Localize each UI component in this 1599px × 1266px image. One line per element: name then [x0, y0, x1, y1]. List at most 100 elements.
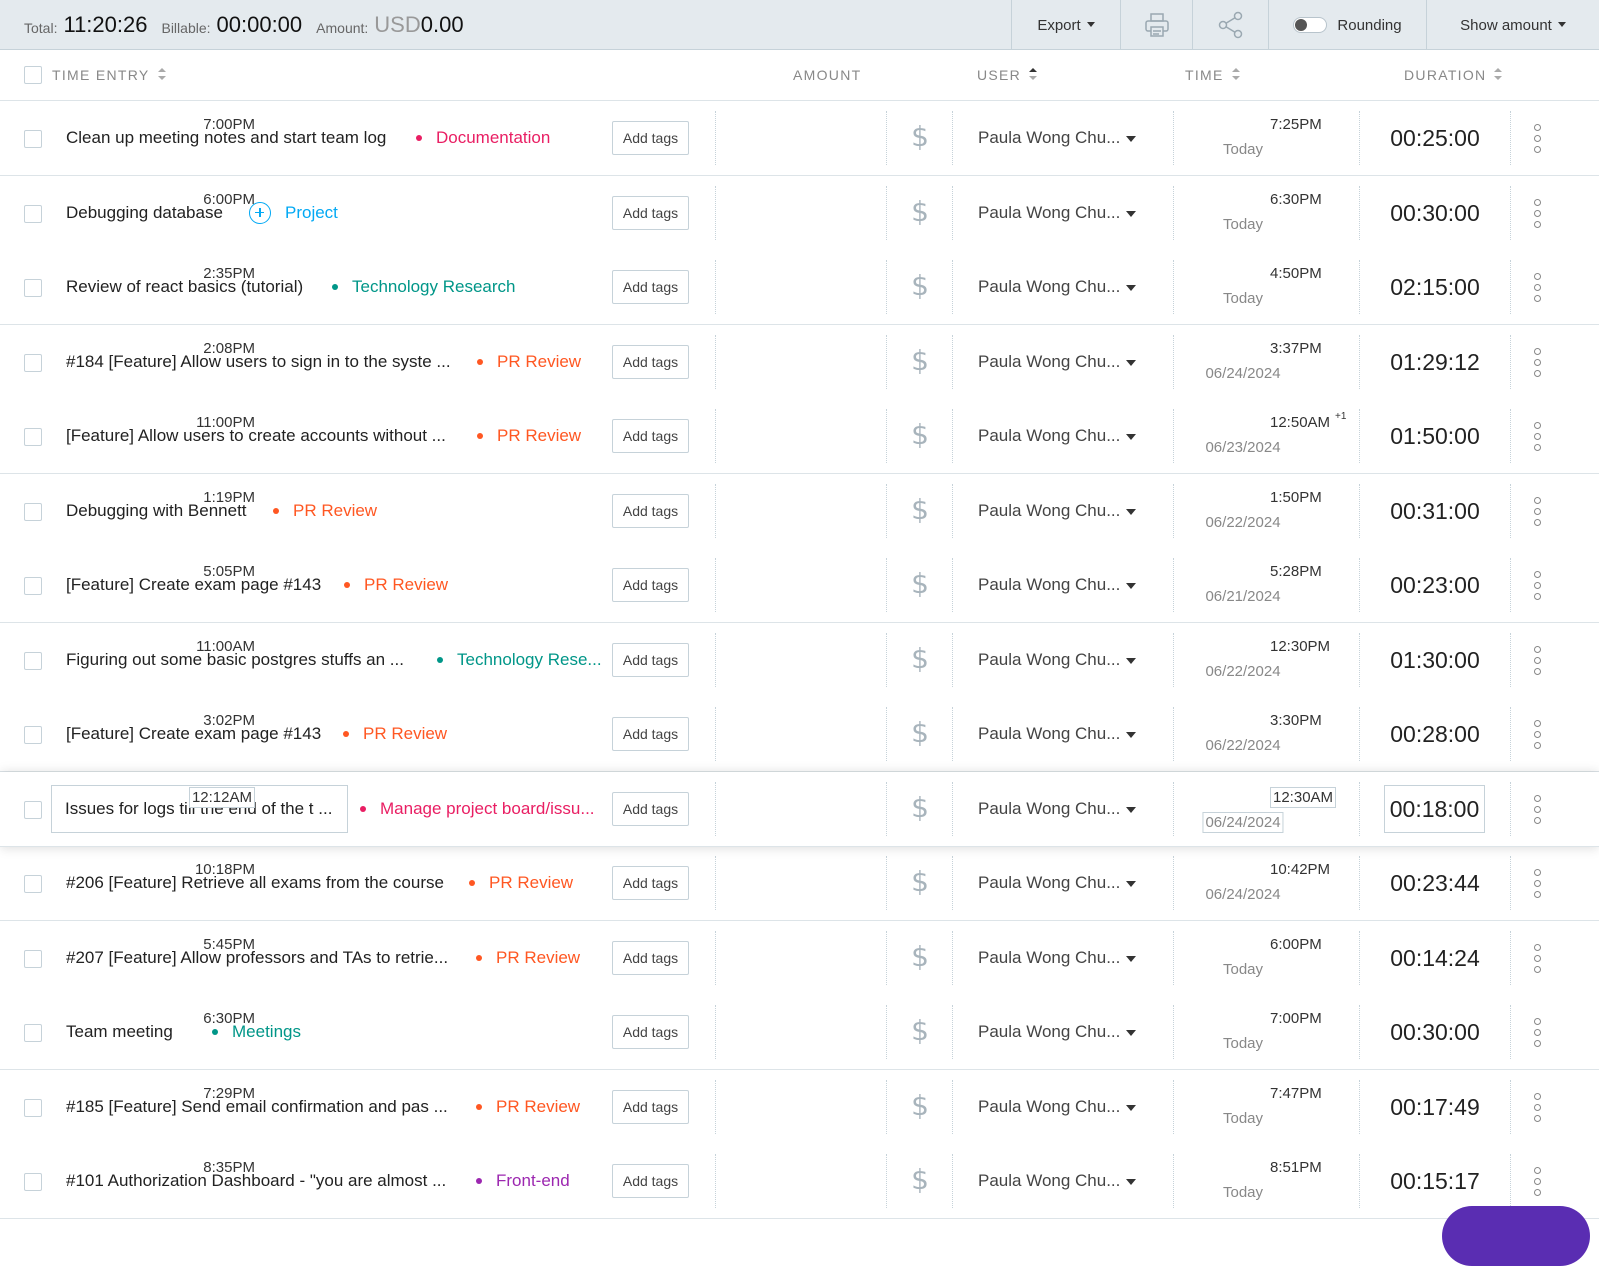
entry-duration[interactable]: 00:25:00 [1390, 101, 1480, 175]
project-picker[interactable]: PR Review [343, 697, 447, 771]
billable-dollar-icon[interactable]: $ [905, 117, 935, 157]
start-time[interactable]: 6:30PM [203, 1010, 255, 1027]
table-row[interactable]: Issues for logs till the end of the t ..… [0, 771, 1599, 847]
end-time[interactable]: 12:30PM [1270, 638, 1330, 655]
billable-dollar-icon[interactable]: $ [905, 1086, 935, 1126]
entry-description[interactable]: Review of react basics (tutorial) [66, 250, 303, 324]
end-time[interactable]: 10:42PM [1270, 861, 1330, 878]
chevron-down-icon[interactable] [1126, 881, 1136, 887]
chevron-down-icon[interactable] [1126, 434, 1136, 440]
row-checkbox[interactable] [24, 577, 42, 595]
table-row[interactable]: #206 [Feature] Retrieve all exams from t… [0, 846, 1599, 921]
billable-dollar-icon[interactable]: $ [905, 937, 935, 977]
toggle-switch[interactable] [1293, 17, 1328, 33]
show-amount-dropdown[interactable]: Show amount [1426, 0, 1599, 50]
table-row[interactable]: Debugging with Bennett PR Review Add tags $… [0, 473, 1599, 549]
more-options-icon[interactable] [1534, 645, 1541, 675]
chevron-down-icon[interactable] [1126, 583, 1136, 589]
add-tags-button[interactable]: Add tags [612, 1164, 689, 1198]
add-tags-button[interactable]: Add tags [612, 866, 689, 900]
entry-duration[interactable]: 00:23:00 [1390, 548, 1480, 622]
select-all-checkbox[interactable] [24, 66, 42, 84]
table-row[interactable]: Review of react basics (tutorial) Technol… [0, 250, 1599, 325]
start-time[interactable]: 3:02PM [203, 712, 255, 729]
add-tags-button[interactable]: Add tags [612, 1015, 689, 1049]
add-tags-button[interactable]: Add tags [612, 121, 689, 155]
add-tags-button[interactable]: Add tags [612, 791, 689, 826]
chevron-down-icon[interactable] [1126, 1030, 1136, 1036]
end-time[interactable]: 7:25PM [1270, 116, 1322, 133]
more-options-icon[interactable] [1534, 720, 1541, 749]
more-options-icon[interactable] [1534, 1092, 1541, 1122]
project-picker[interactable]: PR Review [273, 474, 377, 548]
entry-description[interactable]: Clean up meeting notes and start team lo… [66, 101, 386, 175]
entry-date[interactable]: Today [1223, 961, 1263, 978]
more-options-icon[interactable] [1534, 1167, 1541, 1196]
table-row[interactable]: Clean up meeting notes and start team lo… [0, 101, 1599, 176]
entry-duration[interactable]: 01:50:00 [1390, 399, 1480, 473]
entry-duration[interactable]: 00:17:49 [1390, 1070, 1480, 1144]
more-options-icon[interactable] [1534, 347, 1541, 377]
entry-description[interactable]: Team meeting [66, 995, 173, 1069]
start-time[interactable]: 2:35PM [203, 265, 255, 282]
user-name[interactable]: Paula Wong Chu... [978, 772, 1120, 846]
entry-date[interactable]: 06/23/2024 [1205, 439, 1280, 456]
project-picker[interactable]: Project [249, 176, 338, 250]
table-row[interactable]: [Feature] Allow users to create accounts… [0, 399, 1599, 474]
entry-description[interactable]: [Feature] Allow users to create accounts… [66, 399, 446, 473]
add-tags-button[interactable]: Add tags [612, 344, 689, 379]
user-name[interactable]: Paula Wong Chu... [978, 474, 1120, 548]
entry-date[interactable]: 06/22/2024 [1205, 514, 1280, 531]
end-time[interactable]: 3:30PM [1270, 712, 1322, 729]
start-time[interactable]: 2:08PM [203, 340, 255, 357]
entry-date[interactable]: Today [1223, 141, 1263, 158]
billable-dollar-icon[interactable]: $ [905, 1160, 935, 1200]
start-time[interactable]: 1:19PM [203, 489, 255, 506]
row-checkbox[interactable] [24, 651, 42, 670]
chevron-down-icon[interactable] [1126, 359, 1136, 366]
add-tags-button[interactable]: Add tags [612, 195, 689, 230]
more-options-icon[interactable] [1534, 273, 1541, 302]
project-picker[interactable]: Front-end [476, 1144, 570, 1218]
entry-date[interactable]: Today [1223, 216, 1263, 233]
entry-duration[interactable]: 00:28:00 [1390, 697, 1480, 771]
table-row[interactable]: #184 [Feature] Allow users to sign in to… [0, 324, 1599, 400]
rounding-toggle[interactable]: Rounding [1268, 0, 1426, 50]
entry-description[interactable]: #185 [Feature] Send email confirmation a… [66, 1070, 448, 1144]
billable-dollar-icon[interactable]: $ [905, 490, 935, 530]
add-tags-button[interactable]: Add tags [612, 270, 689, 304]
add-tags-button[interactable]: Add tags [612, 568, 689, 602]
billable-dollar-icon[interactable]: $ [905, 713, 935, 753]
entry-date[interactable]: 06/21/2024 [1205, 588, 1280, 605]
row-checkbox[interactable] [24, 1024, 42, 1042]
col-user[interactable]: USER [977, 50, 1038, 100]
end-time[interactable]: 8:51PM [1270, 1159, 1322, 1176]
col-time-entry[interactable]: TIME ENTRY [52, 50, 166, 100]
table-row[interactable]: #101 Authorization Dashboard - "you are … [0, 1144, 1599, 1219]
end-time[interactable]: 6:00PM [1270, 936, 1322, 953]
entry-date[interactable]: 06/22/2024 [1205, 663, 1280, 680]
project-picker[interactable]: Meetings [212, 995, 301, 1069]
start-time[interactable]: 11:00PM [196, 414, 255, 431]
entry-duration[interactable]: 01:29:12 [1390, 325, 1480, 399]
table-row[interactable]: Team meeting Meetings Add tags $ Paula Wong … [0, 995, 1599, 1070]
entry-duration[interactable]: 02:15:00 [1390, 250, 1480, 324]
add-tags-button[interactable]: Add tags [612, 642, 689, 677]
entry-description[interactable]: #207 [Feature] Allow professors and TAs … [66, 921, 448, 995]
entry-date[interactable]: 06/24/2024 [1205, 365, 1280, 382]
add-tags-button[interactable]: Add tags [612, 493, 689, 528]
entry-description[interactable]: #101 Authorization Dashboard - "you are … [66, 1144, 446, 1218]
entry-date[interactable]: Today [1223, 1110, 1263, 1127]
entry-duration[interactable]: 00:31:00 [1390, 474, 1480, 548]
row-checkbox[interactable] [24, 949, 42, 968]
row-checkbox[interactable] [24, 726, 42, 744]
entry-description[interactable]: Debugging database [66, 176, 223, 250]
billable-dollar-icon[interactable]: $ [905, 415, 935, 455]
end-time[interactable]: 4:50PM [1270, 265, 1322, 282]
add-tags-button[interactable]: Add tags [612, 419, 689, 453]
row-checkbox[interactable] [24, 353, 42, 372]
add-tags-button[interactable]: Add tags [612, 717, 689, 751]
table-row[interactable]: Figuring out some basic postgres stuffs … [0, 622, 1599, 698]
entry-description[interactable]: #206 [Feature] Retrieve all exams from t… [66, 846, 444, 920]
more-options-icon[interactable] [1534, 571, 1541, 600]
